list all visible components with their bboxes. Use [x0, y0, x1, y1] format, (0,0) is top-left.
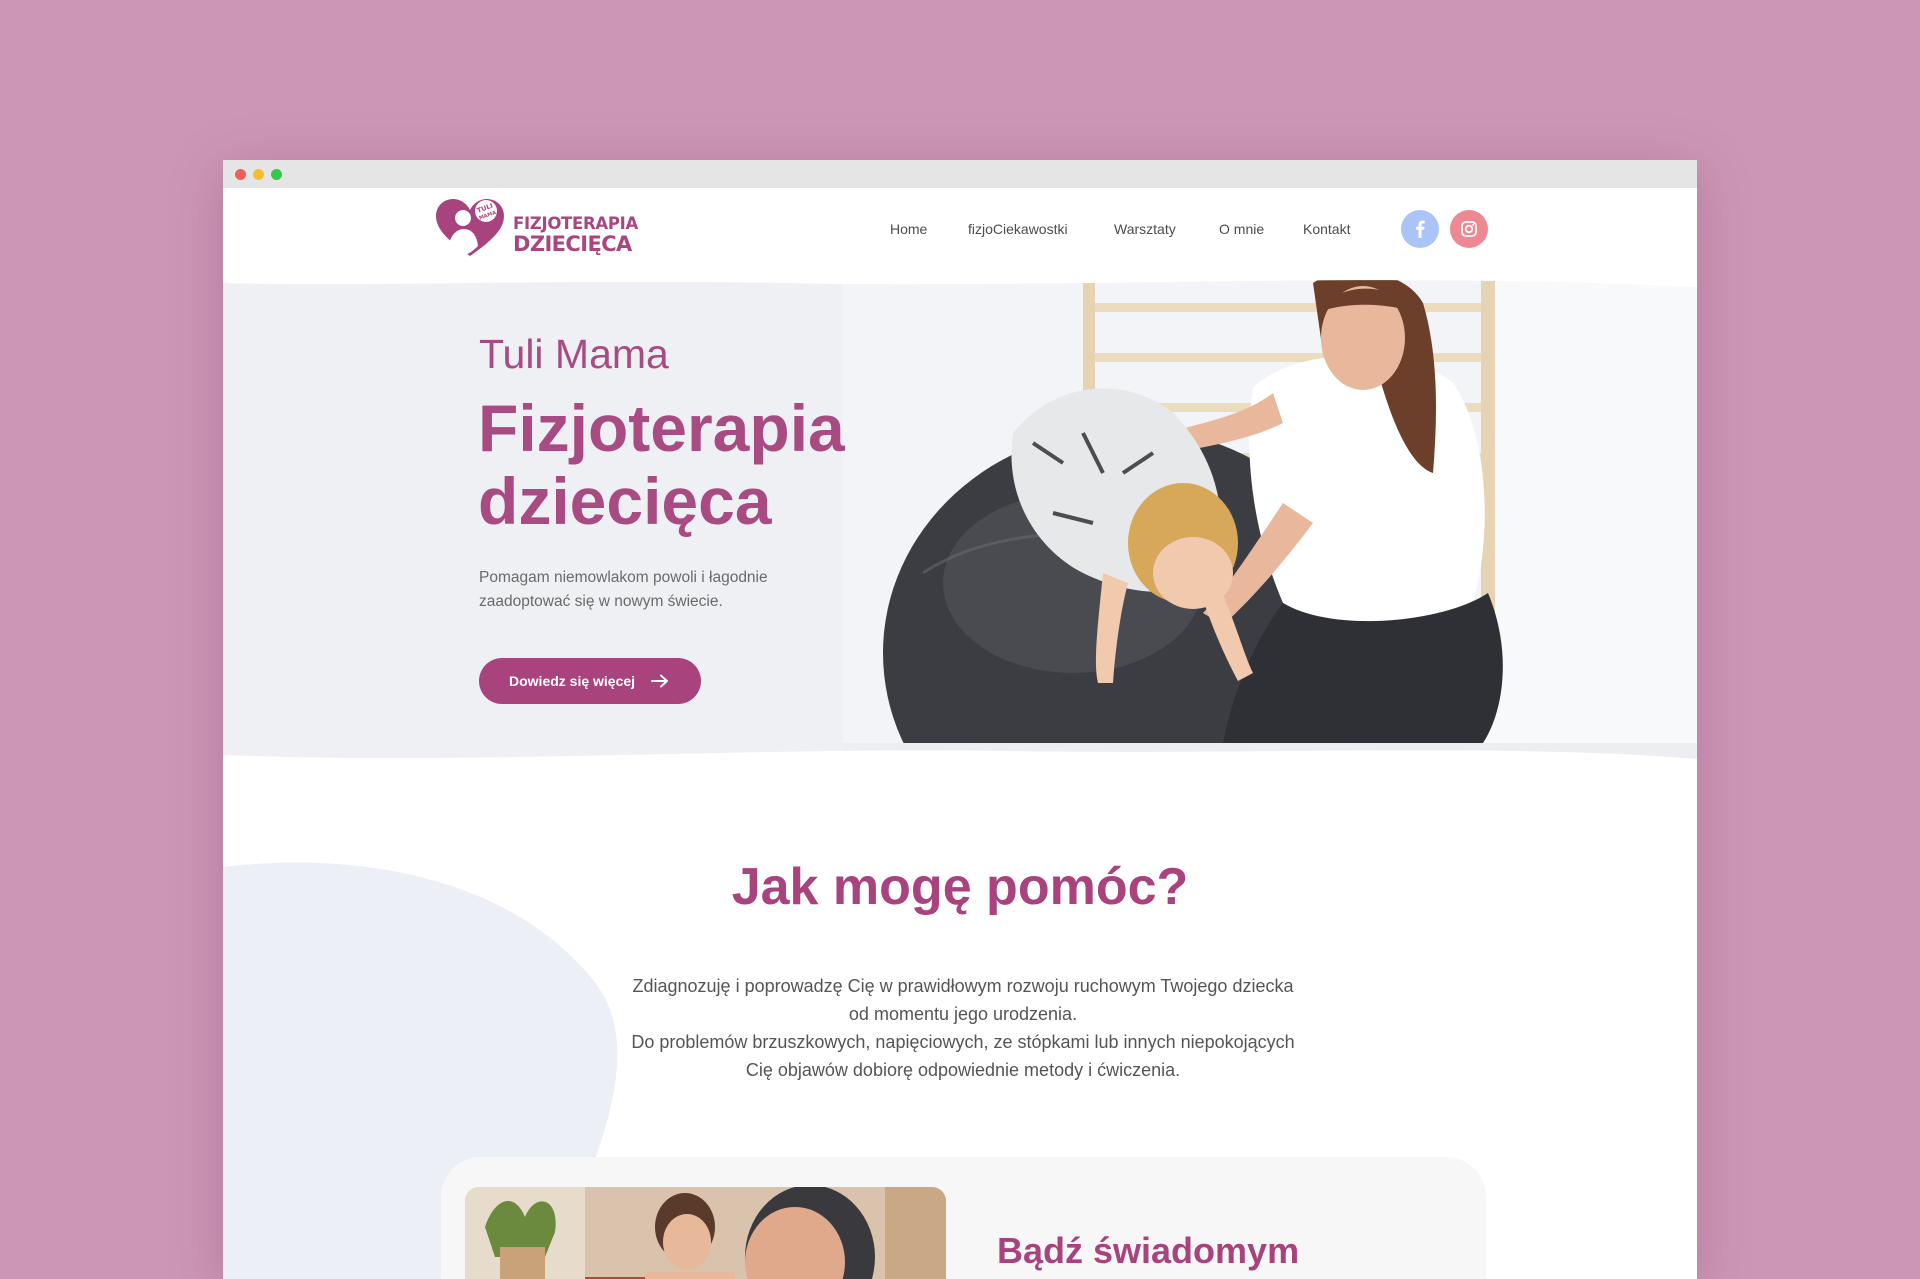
decorative-blob: [223, 862, 618, 1279]
help-section-text: Zdiagnozuję i poprowadzę Cię w prawidłow…: [573, 972, 1353, 1084]
browser-window: TULI MAMA FIZJOTERAPIA DZIECIĘCA Home fi…: [223, 160, 1697, 1279]
help-section-heading: Jak mogę pomóc?: [731, 858, 1189, 916]
card-photo: [465, 1187, 946, 1279]
card-heading: Bądź świadomym: [997, 1230, 1300, 1271]
help-text-line: od momentu jego urodzenia.: [848, 1004, 1078, 1024]
card-photo-image: [465, 1187, 946, 1279]
help-text-line: Zdiagnozuję i poprowadzę Cię w prawidłow…: [632, 976, 1294, 996]
help-text-line: Do problemów brzuszkowych, napięciowych,…: [631, 1032, 1295, 1052]
help-text-line: Cię objawów dobiorę odpowiednie metody i…: [745, 1060, 1181, 1080]
